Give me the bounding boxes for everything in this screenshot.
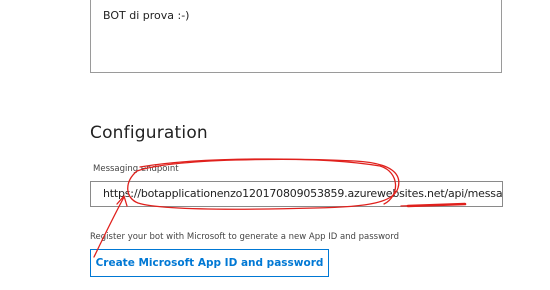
messaging-endpoint-input[interactable]: https://botapplicationenzo12017080905385… — [90, 181, 503, 207]
create-app-id-button[interactable]: Create Microsoft App ID and password — [90, 249, 329, 277]
bot-description-text: BOT di prova :-) — [103, 9, 190, 22]
messaging-endpoint-label: Messaging endpoint — [93, 164, 179, 174]
bot-description-textarea[interactable]: BOT di prova :-) — [90, 0, 502, 73]
configuration-heading: Configuration — [90, 123, 208, 143]
register-note: Register your bot with Microsoft to gene… — [90, 232, 399, 242]
